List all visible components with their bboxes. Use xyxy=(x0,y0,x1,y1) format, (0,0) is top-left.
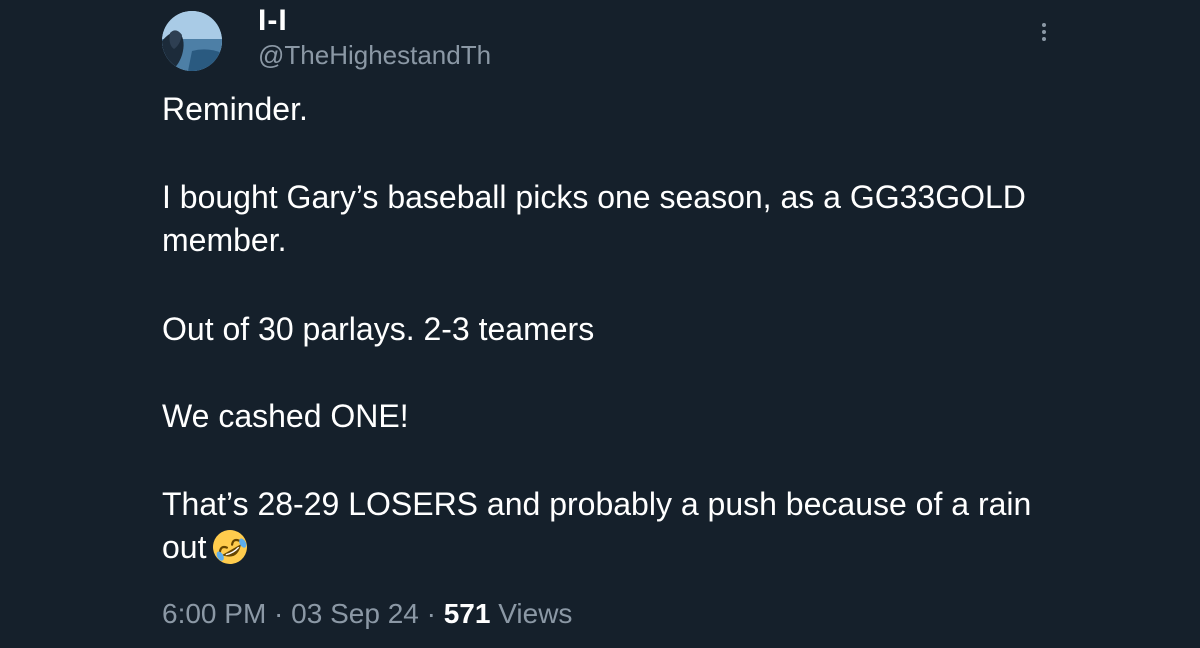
tweet-paragraph: We cashed ONE! xyxy=(162,398,409,434)
meta-separator: · xyxy=(418,598,444,629)
avatar-image xyxy=(162,11,222,71)
views-label[interactable]: Views xyxy=(490,598,572,629)
views-count[interactable]: 571 xyxy=(444,598,491,629)
more-vertical-icon[interactable] xyxy=(1032,20,1056,50)
meta-separator: · xyxy=(266,598,292,629)
tweet-paragraph: I bought Gary’s baseball picks one seaso… xyxy=(162,179,1026,258)
tweet: I-I @TheHighestandTh Reminder. I bought … xyxy=(0,0,1200,648)
display-name[interactable]: I-I xyxy=(258,4,288,38)
avatar[interactable] xyxy=(162,11,222,71)
tweet-paragraph-text: That’s 28-29 LOSERS and probably a push … xyxy=(162,486,1032,565)
handle[interactable]: @TheHighestandTh xyxy=(258,40,491,70)
tweet-date[interactable]: 03 Sep 24 xyxy=(291,598,419,629)
tweet-paragraph: Out of 30 parlays. 2-3 teamers xyxy=(162,311,595,347)
tweet-paragraph-last: That’s 28-29 LOSERS and probably a push … xyxy=(162,483,1062,569)
tweet-paragraph: Reminder. xyxy=(162,91,308,127)
rolling-on-floor-laughing-emoji xyxy=(213,529,248,564)
tweet-time[interactable]: 6:00 PM xyxy=(162,598,266,629)
tweet-meta: 6:00 PM · 03 Sep 24 · 571 Views xyxy=(162,596,572,632)
